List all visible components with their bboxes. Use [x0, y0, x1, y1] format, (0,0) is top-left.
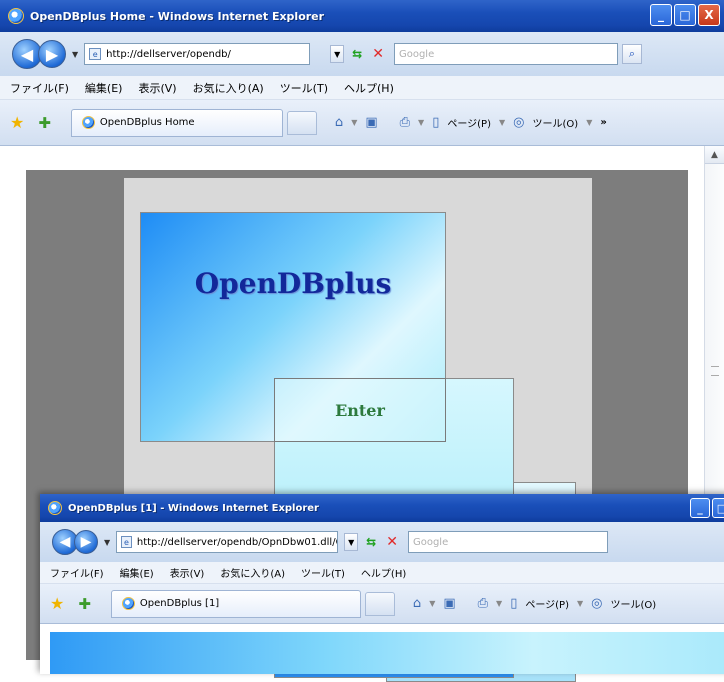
menu-tools[interactable]: ツール(T) — [280, 80, 328, 96]
tab-label: OpenDBplus Home — [99, 117, 195, 128]
search-icon[interactable]: ⌕ — [621, 44, 642, 64]
ie-tab-icon — [121, 597, 135, 610]
stop-icon[interactable]: ✕ — [372, 46, 384, 62]
menu-view[interactable]: 表示(V) — [170, 565, 205, 580]
menu-favorites[interactable]: お気に入り(A) — [220, 565, 285, 580]
tab-opendbplus-1[interactable]: OpenDBplus [1] — [110, 589, 361, 618]
maximize-button[interactable]: □ — [674, 4, 696, 26]
page-menu[interactable]: ページ(P) — [447, 115, 491, 130]
url-text-popup: http://dellserver/opendb/OpnDbw01.dll/GN… — [136, 536, 337, 548]
url-text: http://dellserver/opendb/ — [106, 48, 231, 60]
more-commands-icon[interactable]: » — [600, 117, 606, 128]
home-dropdown-icon[interactable]: ▼ — [351, 118, 357, 127]
url-field[interactable]: e http://dellserver/opendb/ — [84, 43, 311, 65]
window-title: OpenDBplus Home - Windows Internet Explo… — [30, 9, 325, 23]
menu-file[interactable]: ファイル(F) — [50, 565, 104, 580]
minimize-button[interactable]: _ — [650, 4, 672, 26]
home-icon[interactable]: ⌂ — [335, 115, 343, 130]
tools-menu-icon: ◎ — [513, 115, 525, 130]
menu-bar-popup: ファイル(F) 編集(E) 表示(V) お気に入り(A) ツール(T) ヘルプ(… — [40, 562, 724, 584]
popup-page-content — [50, 632, 724, 674]
window-title-popup: OpenDBplus [1] - Windows Internet Explor… — [68, 502, 319, 514]
search-placeholder: Google — [412, 536, 449, 548]
new-tab-button[interactable] — [286, 110, 317, 135]
refresh-icon[interactable]: ⇆ — [352, 47, 362, 61]
search-input[interactable]: Google — [393, 43, 618, 65]
tools-dropdown-icon[interactable]: ▼ — [586, 118, 592, 127]
page-icon: e — [121, 536, 132, 548]
page-menu[interactable]: ページ(P) — [525, 596, 569, 611]
minimize-button-popup[interactable]: _ — [690, 498, 710, 518]
address-bar: ◀ ▶ ▼ e http://dellserver/opendb/ ▼ ⇆ ✕ … — [0, 32, 724, 76]
feeds-icon[interactable]: ▣ — [365, 115, 377, 130]
menu-favorites[interactable]: お気に入り(A) — [193, 80, 264, 96]
tab-label-popup: OpenDBplus [1] — [139, 598, 220, 609]
tools-menu[interactable]: ツール(O) — [611, 596, 657, 611]
search-input-popup[interactable]: Google — [407, 531, 608, 553]
close-button[interactable]: X — [698, 4, 720, 26]
search-placeholder: Google — [398, 48, 435, 60]
favorites-star-icon[interactable]: ★ — [50, 594, 64, 613]
menu-help[interactable]: ヘルプ(H) — [344, 80, 394, 96]
scroll-thumb[interactable] — [711, 366, 719, 376]
menu-file[interactable]: ファイル(F) — [10, 80, 69, 96]
command-bar: ⌂ ▼ ▣ ⎙ ▼ ▯ ページ(P) ▼ ◎ ツール(O) ▼ » — [335, 115, 607, 130]
print-dropdown-icon[interactable]: ▼ — [418, 118, 424, 127]
add-favorite-icon[interactable]: ✚ — [78, 595, 91, 613]
tools-menu[interactable]: ツール(O) — [533, 115, 579, 130]
menu-edit[interactable]: 編集(E) — [85, 80, 123, 96]
window-controls-popup: _ □ — [690, 498, 724, 518]
page-menu-icon: ▯ — [510, 596, 518, 611]
favorites-star-icon[interactable]: ★ — [10, 113, 24, 132]
stop-icon[interactable]: ✕ — [386, 534, 398, 550]
browser-window-popup: OpenDBplus [1] - Windows Internet Explor… — [40, 494, 724, 674]
forward-button[interactable]: ▶ — [38, 40, 66, 68]
address-bar-popup: ◀ ▶ ▼ e http://dellserver/opendb/OpnDbw0… — [40, 522, 724, 562]
feeds-icon[interactable]: ▣ — [443, 596, 455, 611]
print-dropdown-icon[interactable]: ▼ — [496, 599, 502, 608]
page-dropdown-icon[interactable]: ▼ — [499, 118, 505, 127]
menu-tools[interactable]: ツール(T) — [301, 565, 345, 580]
add-favorite-icon[interactable]: ✚ — [38, 114, 51, 132]
title-bar[interactable]: OpenDBplus Home - Windows Internet Explo… — [0, 0, 724, 32]
home-icon[interactable]: ⌂ — [413, 596, 421, 611]
window-controls: _ □ X — [650, 4, 720, 26]
brand-title: OpenDBplus — [194, 267, 392, 300]
menu-bar: ファイル(F) 編集(E) 表示(V) お気に入り(A) ツール(T) ヘルプ(… — [0, 76, 724, 100]
url-dropdown-icon[interactable]: ▼ — [330, 45, 345, 63]
menu-view[interactable]: 表示(V) — [138, 80, 176, 96]
forward-button-popup[interactable]: ▶ — [74, 530, 98, 554]
page-viewport-popup — [40, 624, 724, 674]
menu-edit[interactable]: 編集(E) — [120, 565, 154, 580]
new-tab-button[interactable] — [364, 591, 395, 616]
maximize-button-popup[interactable]: □ — [712, 498, 724, 518]
page-menu-icon: ▯ — [432, 115, 440, 130]
page-dropdown-icon[interactable]: ▼ — [577, 599, 583, 608]
ie-tab-icon — [81, 116, 95, 129]
print-icon[interactable]: ⎙ — [478, 596, 488, 611]
scroll-up-icon[interactable]: ▲ — [705, 146, 724, 164]
menu-help[interactable]: ヘルプ(H) — [361, 565, 406, 580]
url-dropdown-icon[interactable]: ▼ — [344, 533, 359, 551]
page-icon: e — [89, 48, 102, 60]
home-dropdown-icon[interactable]: ▼ — [429, 599, 435, 608]
history-dropdown-icon[interactable]: ▼ — [72, 50, 78, 59]
tab-bar-popup: ★ ✚ OpenDBplus [1] ⌂ ▼ ▣ ⎙ ▼ ▯ ページ(P) ▼ … — [40, 584, 724, 624]
title-bar-popup[interactable]: OpenDBplus [1] - Windows Internet Explor… — [40, 494, 724, 522]
tools-menu-icon: ◎ — [591, 596, 603, 611]
history-dropdown-icon[interactable]: ▼ — [104, 538, 110, 547]
ie-logo-icon — [48, 501, 62, 515]
tab-bar: ★ ✚ OpenDBplus Home ⌂ ▼ ▣ ⎙ ▼ ▯ ページ(P) ▼… — [0, 100, 724, 146]
tab-opendbplus-home[interactable]: OpenDBplus Home — [70, 108, 283, 137]
refresh-icon[interactable]: ⇆ — [366, 535, 376, 549]
print-icon[interactable]: ⎙ — [400, 115, 410, 130]
ie-logo-icon — [8, 8, 24, 24]
command-bar-popup: ⌂ ▼ ▣ ⎙ ▼ ▯ ページ(P) ▼ ◎ ツール(O) — [413, 596, 656, 611]
url-field-popup[interactable]: e http://dellserver/opendb/OpnDbw01.dll/… — [116, 531, 339, 553]
enter-button[interactable]: Enter — [274, 378, 446, 442]
